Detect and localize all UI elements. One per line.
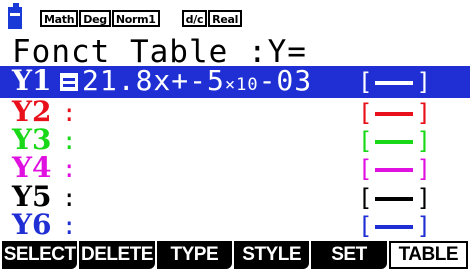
style-button[interactable]: STYLE bbox=[233, 241, 310, 269]
mode-badge-angle: Deg bbox=[79, 9, 111, 27]
bracket-close: ] bbox=[416, 127, 431, 155]
line-style-indicator[interactable]: [] bbox=[358, 129, 431, 153]
function-row-y1[interactable]: Y1 21.8x+-5×10-03 [] bbox=[0, 64, 470, 98]
bracket-close: ] bbox=[416, 184, 431, 212]
line-style-indicator[interactable]: [] bbox=[358, 157, 431, 181]
line-style-icon bbox=[375, 225, 414, 229]
function-colon: : bbox=[62, 99, 77, 127]
function-row-y3[interactable]: Y3 : [] bbox=[0, 123, 470, 156]
function-row-y5[interactable]: Y5 : [] bbox=[0, 180, 470, 213]
function-label: Y6 bbox=[12, 208, 52, 241]
bracket-open: [ bbox=[358, 99, 373, 127]
line-style-icon bbox=[375, 168, 414, 172]
line-style-icon bbox=[375, 197, 414, 201]
select-button[interactable]: SELECT bbox=[2, 241, 78, 269]
mode-badge-complex: Real bbox=[208, 9, 243, 27]
bracket-close: ] bbox=[416, 212, 431, 240]
bracket-open: [ bbox=[358, 127, 373, 155]
bracket-open: [ bbox=[358, 68, 373, 96]
bracket-close: ] bbox=[416, 99, 431, 127]
function-expression[interactable]: 21.8x+-5×10-03 bbox=[82, 64, 312, 102]
set-button[interactable]: SET bbox=[311, 241, 387, 269]
equals-selected-icon bbox=[60, 73, 78, 91]
bracket-close: ] bbox=[416, 155, 431, 183]
calculator-screen: Math Deg Norm1 d/c Real Fonct Table :Y= … bbox=[0, 0, 470, 273]
expression-exponent: -03 bbox=[258, 64, 313, 97]
function-row-y4[interactable]: Y4 : [] bbox=[0, 151, 470, 184]
battery-icon bbox=[8, 3, 22, 29]
bracket-close: ] bbox=[416, 68, 431, 96]
function-colon: : bbox=[62, 155, 77, 183]
line-style-icon bbox=[375, 140, 414, 144]
bracket-open: [ bbox=[358, 155, 373, 183]
line-style-indicator[interactable]: [] bbox=[358, 186, 431, 210]
mode-badge-fraction: d/c bbox=[181, 9, 208, 27]
function-colon: : bbox=[62, 127, 77, 155]
delete-button[interactable]: DELETE bbox=[79, 241, 155, 269]
bracket-open: [ bbox=[358, 184, 373, 212]
line-style-indicator[interactable]: [] bbox=[358, 101, 431, 125]
function-key-bar: SELECT DELETE TYPE STYLE SET TABLE bbox=[0, 241, 470, 271]
function-colon: : bbox=[62, 184, 77, 212]
bracket-open: [ bbox=[358, 212, 373, 240]
line-style-indicator[interactable]: [] bbox=[358, 214, 431, 238]
expression-main: 21.8x+-5 bbox=[82, 64, 225, 97]
line-style-indicator[interactable]: [] bbox=[358, 70, 431, 94]
table-button[interactable]: TABLE bbox=[388, 241, 468, 269]
status-bar: Math Deg Norm1 d/c Real bbox=[0, 0, 470, 36]
mode-badge-display: Norm1 bbox=[111, 9, 160, 27]
expression-exponent-marker: ×10 bbox=[224, 75, 259, 95]
line-style-icon bbox=[375, 112, 414, 116]
line-style-icon bbox=[375, 81, 414, 85]
function-row-y6[interactable]: Y6 : [] bbox=[0, 208, 470, 241]
function-label: Y1 bbox=[12, 64, 52, 97]
mode-badge-math: Math bbox=[40, 9, 79, 27]
function-row-y2[interactable]: Y2 : [] bbox=[0, 95, 470, 128]
function-colon: : bbox=[62, 212, 77, 240]
type-button[interactable]: TYPE bbox=[156, 241, 232, 269]
